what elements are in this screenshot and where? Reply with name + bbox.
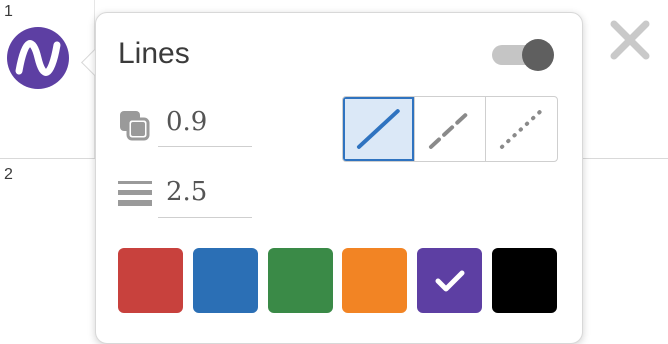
row-number-1: 1 — [4, 3, 13, 20]
toggle-knob — [522, 39, 554, 71]
lines-style-popup: Lines 0.9 2.5 — [95, 12, 583, 344]
color-swatch-black[interactable] — [492, 248, 557, 313]
color-swatch-red[interactable] — [118, 248, 183, 313]
opacity-underline — [158, 146, 252, 147]
line-width-icon — [118, 180, 152, 211]
color-swatch-green[interactable] — [268, 248, 333, 313]
opacity-icon — [118, 109, 152, 148]
solid-line-icon — [356, 109, 400, 149]
line-style-dotted[interactable] — [485, 97, 557, 161]
expression-style-icon[interactable] — [7, 27, 69, 89]
close-button[interactable] — [604, 14, 656, 66]
close-icon — [610, 20, 650, 60]
color-swatch-blue[interactable] — [193, 248, 258, 313]
line-width-underline — [158, 217, 252, 218]
popup-title: Lines — [118, 37, 190, 70]
dotted-line-icon — [500, 109, 544, 149]
desmos-wave-icon — [15, 40, 61, 76]
color-swatch-purple[interactable] — [417, 248, 482, 313]
dashed-line-icon — [428, 109, 472, 149]
checkmark-icon — [435, 270, 465, 292]
line-style-solid[interactable] — [343, 97, 414, 161]
row-number-2: 2 — [4, 166, 13, 183]
line-style-group — [342, 96, 558, 162]
line-width-value[interactable]: 2.5 — [166, 177, 207, 207]
lines-toggle[interactable] — [492, 39, 558, 71]
color-swatch-orange[interactable] — [342, 248, 407, 313]
opacity-value[interactable]: 0.9 — [166, 107, 207, 137]
line-style-dashed[interactable] — [413, 97, 486, 161]
